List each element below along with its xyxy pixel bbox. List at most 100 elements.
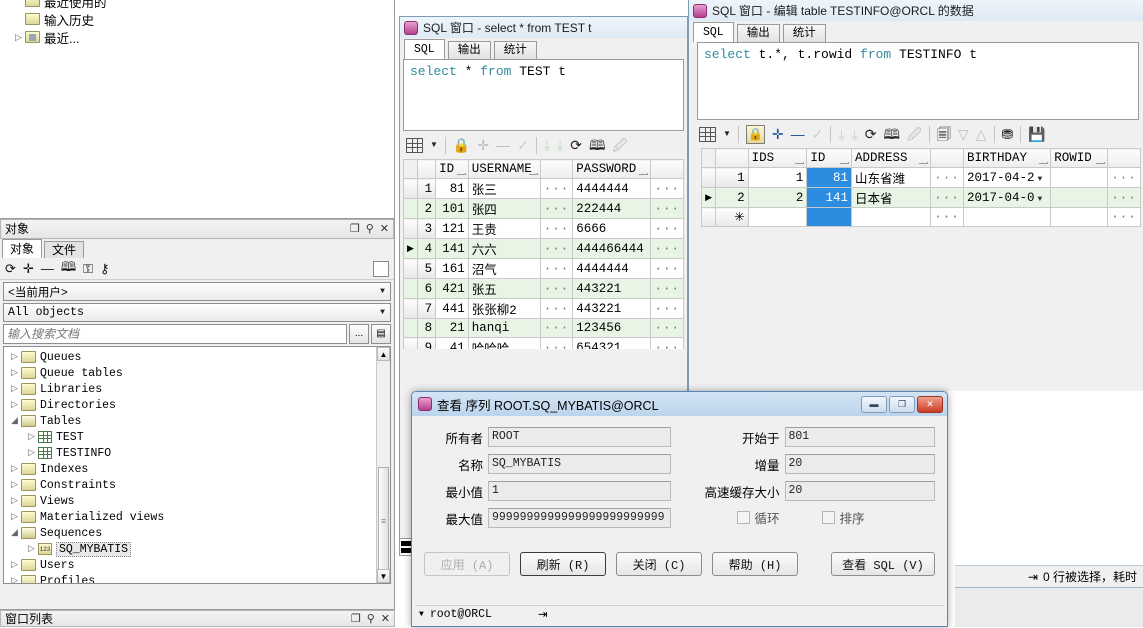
row-number[interactable]: 9 — [416, 337, 437, 349]
chevron-down-icon[interactable]: ▼ — [375, 287, 390, 296]
cell-expand-button[interactable]: ··· — [539, 318, 574, 338]
expand-arrow-icon[interactable]: ▷ — [25, 432, 38, 442]
result-grid-left[interactable]: ID USERNAME PASSWORD 1 81 张三 ··· 4444444 ··· 2 101… — [403, 159, 684, 349]
table-cell-address[interactable]: 日本省 — [851, 187, 932, 208]
table-cell-ids[interactable]: 2 — [747, 187, 808, 208]
cell-expand-button[interactable]: ··· — [650, 298, 684, 319]
table-cell-rowid[interactable] — [1050, 167, 1108, 188]
table-cell-id[interactable]: 141 — [806, 187, 853, 208]
table-row[interactable]: 1 81 张三 ··· 4444444 ··· — [403, 178, 684, 199]
tab-files[interactable]: 文件 — [44, 241, 85, 258]
refresh-button[interactable]: 刷新 (R) — [520, 552, 606, 576]
table-cell-id[interactable]: 21 — [435, 318, 469, 338]
table-row[interactable]: ✳ ··· ··· — [701, 207, 1141, 227]
refresh-icon[interactable]: ⟳ — [5, 261, 16, 277]
grid-layout-icon[interactable] — [406, 137, 423, 153]
grid-layout-icon[interactable] — [699, 126, 716, 142]
table-cell-password[interactable]: 654321 — [572, 337, 652, 349]
scroll-up-icon[interactable]: ▲ — [377, 347, 390, 361]
filter-icon[interactable]: ⚿ — [83, 261, 93, 277]
column-resize-handle[interactable] — [639, 173, 649, 175]
table-cell-password[interactable]: 222444 — [572, 198, 652, 219]
table-cell-id[interactable]: 421 — [435, 278, 469, 299]
table-cell-username[interactable]: 哈哈哈 — [467, 337, 541, 349]
row-current-marker[interactable] — [701, 207, 717, 227]
tab-output[interactable]: 输出 — [447, 41, 491, 59]
table-cell-username[interactable]: 张张柳2 — [467, 298, 541, 319]
table-cell-password[interactable]: 123456 — [572, 318, 652, 338]
user-select[interactable]: <当前用户> ▼ — [3, 282, 391, 301]
chevron-down-icon[interactable]: ▼ — [723, 130, 731, 138]
row-current-marker[interactable] — [403, 337, 418, 349]
cell-expand-button[interactable]: ··· — [930, 207, 965, 227]
expand-arrow-icon[interactable]: ◢ — [8, 528, 21, 538]
row-current-marker[interactable] — [403, 258, 418, 279]
row-current-marker[interactable] — [701, 167, 717, 188]
help-button[interactable]: 帮助 (H) — [712, 552, 798, 576]
row-current-marker[interactable]: ▶ — [701, 187, 717, 208]
checkbox-cycle-box[interactable] — [736, 511, 750, 524]
tab-sql[interactable]: SQL — [404, 39, 445, 59]
object-tree-item[interactable]: ▷ Queues — [8, 349, 390, 365]
export-icon[interactable]: ⛃ — [1002, 127, 1014, 141]
maximize-button[interactable]: ❐ — [889, 395, 915, 413]
restore-icon[interactable]: ❐ — [351, 610, 361, 628]
checkbox-order-box[interactable] — [821, 511, 835, 524]
cell-expand-button[interactable]: ··· — [539, 278, 574, 299]
column-resize-handle[interactable] — [795, 162, 805, 164]
panel-toggle-button[interactable] — [373, 260, 389, 277]
table-cell-username[interactable]: 六六 — [467, 238, 541, 259]
tab-sql[interactable]: SQL — [693, 22, 734, 42]
column-header[interactable]: USERNAME — [467, 159, 541, 179]
table-cell-username[interactable]: 王贵 — [467, 218, 541, 239]
table-cell-rowid[interactable] — [1050, 187, 1108, 208]
table-row[interactable]: 941哈哈哈···654321··· — [403, 337, 684, 349]
field-maxvalue-value[interactable]: 9999999999999999999999999 — [488, 508, 671, 528]
row-current-marker[interactable] — [403, 218, 418, 239]
expand-arrow-icon[interactable]: ▷ — [8, 496, 21, 506]
expand-arrow-icon[interactable]: ▷ — [8, 368, 21, 378]
tab-statistics[interactable]: 统计 — [493, 41, 537, 59]
table-cell-id[interactable]: 121 — [435, 218, 469, 239]
cell-expand-button[interactable]: ··· — [930, 187, 965, 208]
table-row[interactable]: ▶ 2 2 141 日本省 ··· 2017-04-0 ▼ ··· — [701, 187, 1141, 208]
plus-icon[interactable]: ✛ — [23, 261, 34, 277]
search-options-button[interactable]: ... — [349, 324, 369, 344]
table-row[interactable]: 1 1 81 山东省潍 ··· 2017-04-2 ▼ ··· — [701, 167, 1141, 188]
lock-icon[interactable]: 🔒 — [745, 124, 765, 144]
chevron-down-icon[interactable]: ▼ — [419, 610, 424, 619]
checkbox-cycle[interactable]: 循环 — [736, 508, 780, 527]
column-resize-handle[interactable] — [528, 173, 538, 175]
column-resize-handle[interactable] — [840, 162, 850, 164]
chevron-down-icon[interactable]: ▼ — [375, 308, 390, 317]
close-icon[interactable]: ✕ — [380, 220, 389, 238]
object-tree-item[interactable]: ▷ Indexes — [8, 461, 390, 477]
expand-arrow-icon[interactable]: ▷ — [8, 400, 21, 410]
object-tree-item[interactable]: ▷ TEST — [8, 429, 390, 445]
table-cell-birthday[interactable] — [963, 207, 1052, 227]
table-cell-id[interactable]: 141 — [435, 238, 469, 259]
object-tree-item[interactable]: ▷ Views — [8, 493, 390, 509]
tree-item[interactable]: 输入历史 — [0, 10, 394, 28]
table-cell-birthday[interactable]: 2017-04-0 ▼ — [963, 187, 1052, 208]
row-number[interactable]: 1 — [715, 167, 749, 188]
row-current-marker[interactable]: ▶ — [403, 238, 418, 259]
chevron-down-icon[interactable]: ▼ — [1038, 195, 1043, 204]
restore-icon[interactable]: ❐ — [350, 220, 360, 238]
table-cell-password[interactable]: 4444444 — [572, 258, 652, 279]
table-cell-username[interactable]: 张五 — [467, 278, 541, 299]
cell-expand-button[interactable]: ··· — [539, 238, 574, 259]
cell-expand-button[interactable]: ··· — [1106, 187, 1141, 208]
pin-icon[interactable]: ⚲ — [367, 610, 375, 628]
table-cell-id[interactable]: 161 — [435, 258, 469, 279]
row-number[interactable]: 6 — [416, 278, 437, 299]
field-owner-value[interactable]: ROOT — [488, 427, 671, 447]
window-list-caption-buttons[interactable]: ❐ ⚲ ✕ — [351, 610, 390, 628]
table-cell-username[interactable]: 张三 — [467, 178, 541, 199]
close-dialog-button[interactable]: 关闭 (C) — [616, 552, 702, 576]
column-resize-handle[interactable] — [1039, 162, 1049, 164]
column-header[interactable]: ADDRESS — [851, 148, 932, 168]
table-row[interactable]: 2 101 张四 ··· 222444 ··· — [403, 198, 684, 219]
table-cell-username[interactable]: 沼气 — [467, 258, 541, 279]
cell-expand-button[interactable]: ··· — [1106, 207, 1141, 227]
